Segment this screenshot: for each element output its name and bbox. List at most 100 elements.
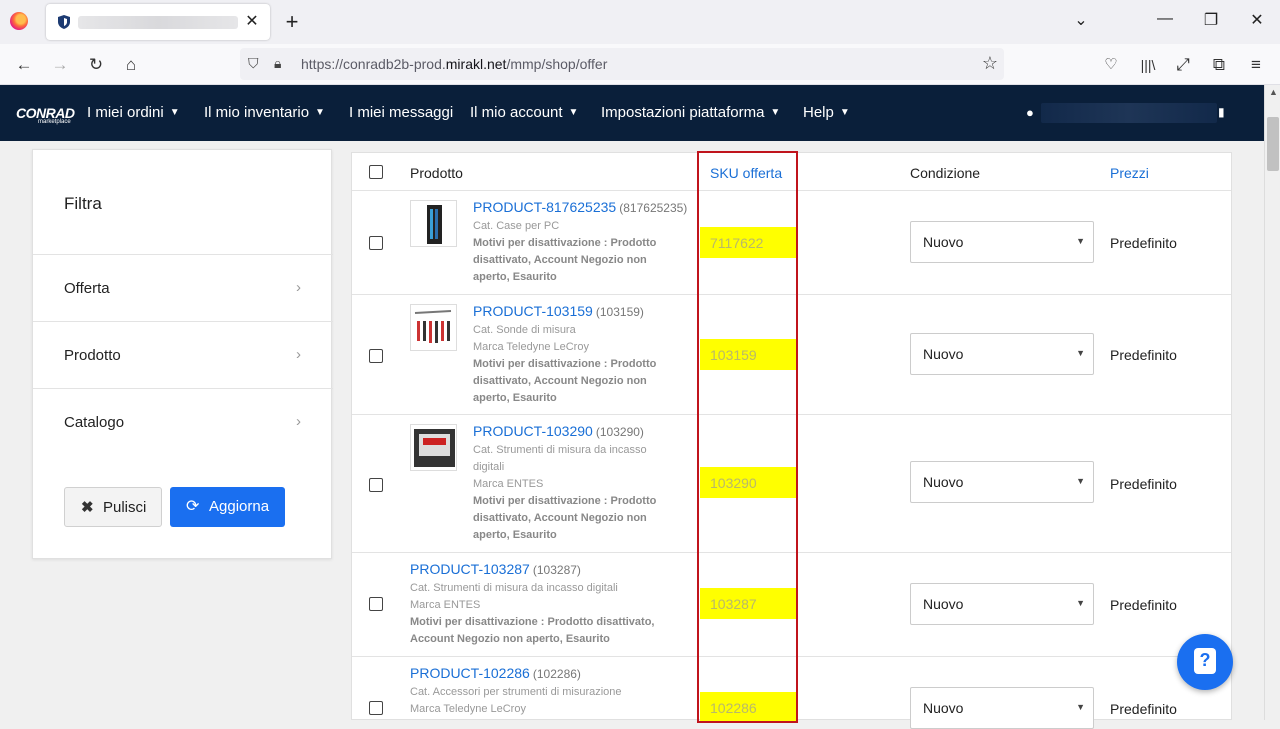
url-text[interactable]: https://conradb2b-prod.mirakl.net/mmp/sh…: [301, 56, 607, 72]
price-value: Predefinito: [1110, 597, 1177, 613]
dropdown-arrow-icon: ▼: [1076, 236, 1085, 246]
row-checkbox[interactable]: [369, 701, 383, 715]
product-thumbnail[interactable]: [410, 424, 457, 471]
row-checkbox[interactable]: [369, 597, 383, 611]
refresh-icon: ⟳: [186, 498, 200, 515]
padlock-icon[interactable]: 🔒︎: [274, 55, 281, 72]
caret-down-icon: ▼: [315, 107, 325, 118]
dropdown-arrow-icon: ▼: [1076, 702, 1085, 712]
dropdown-arrow-icon: ▼: [1076, 476, 1085, 486]
row-checkbox[interactable]: [369, 349, 383, 363]
scrollbar-thumb[interactable]: [1267, 117, 1279, 171]
product-link[interactable]: PRODUCT-103287: [410, 561, 530, 577]
new-tab-button[interactable]: +: [280, 10, 304, 34]
price-value: Predefinito: [1110, 701, 1177, 717]
browser-tab[interactable]: ✕: [46, 4, 270, 40]
extension-arrows-icon[interactable]: ⤢: [1171, 53, 1195, 77]
user-icon: ●: [1026, 105, 1034, 120]
caret-down-icon: ▼: [169, 107, 180, 118]
menu-my-account[interactable]: Il mio account ▼: [470, 104, 578, 121]
filter-title: Filtra: [64, 194, 102, 213]
row-checkbox[interactable]: [369, 478, 383, 492]
condition-select[interactable]: Nuovo ▼: [910, 583, 1094, 625]
product-link[interactable]: PRODUCT-103290: [473, 423, 593, 439]
minimize-icon[interactable]: —: [1150, 10, 1180, 28]
browser-tab-bar: ✕ + ⌄ — ❐ ✕: [0, 0, 1280, 44]
chevron-right-icon: ›: [296, 279, 301, 296]
panel-meter-image: [414, 429, 455, 467]
product-link[interactable]: PRODUCT-817625235: [473, 199, 616, 215]
restore-icon[interactable]: ❐: [1196, 10, 1226, 30]
tab-close-icon[interactable]: ✕: [242, 12, 262, 32]
condition-select[interactable]: Nuovo ▼: [910, 461, 1094, 503]
firefox-icon: [10, 12, 28, 30]
caret-down-icon: ▼: [770, 107, 781, 118]
tab-list-chevron-icon[interactable]: ⌄: [1066, 10, 1096, 30]
condition-select[interactable]: Nuovo ▼: [910, 687, 1094, 729]
dropdown-arrow-icon: ▼: [1076, 598, 1085, 608]
product-info: PRODUCT-103290 (103290) Cat. Strumenti d…: [473, 423, 657, 541]
tracking-shield-icon[interactable]: ⛉: [248, 55, 259, 72]
column-header-condition: Condizione: [910, 165, 981, 181]
menu-my-orders[interactable]: I miei ordini ▼: [87, 104, 180, 121]
reload-icon[interactable]: ↻: [84, 53, 108, 77]
table-row: PRODUCT-103159 (103159) Cat. Sonde di mi…: [352, 295, 1231, 415]
extensions-puzzle-icon[interactable]: ⧉: [1207, 53, 1231, 77]
probes-image: [414, 310, 452, 343]
clear-filters-button[interactable]: ✖ Pulisci: [64, 487, 162, 527]
column-header-sku[interactable]: SKU offerta: [710, 165, 782, 181]
filter-section-catalog[interactable]: Catalogo ›: [33, 388, 333, 455]
conrad-logo[interactable]: CONRAD marketplace: [16, 105, 75, 125]
username-redacted: [1041, 103, 1217, 123]
sku-value: 103290: [700, 467, 796, 498]
page-scrollbar[interactable]: ▲: [1264, 85, 1280, 720]
forward-arrow-icon[interactable]: →: [48, 53, 72, 77]
menu-my-inventory[interactable]: Il mio inventario ▼: [204, 104, 325, 121]
filter-section-offer[interactable]: Offerta ›: [33, 254, 333, 321]
select-all-checkbox[interactable]: [369, 165, 383, 179]
app-header: CONRAD marketplace I miei ordini ▼ Il mio …: [0, 85, 1264, 141]
product-link[interactable]: PRODUCT-103159: [473, 303, 593, 319]
product-thumbnail[interactable]: [410, 304, 457, 351]
table-row: PRODUCT-103290 (103290) Cat. Strumenti d…: [352, 415, 1231, 553]
help-button[interactable]: ?: [1177, 634, 1233, 690]
filter-section-product[interactable]: Prodotto ›: [33, 321, 333, 388]
product-info: PRODUCT-103159 (103159) Cat. Sonde di mi…: [473, 303, 657, 404]
library-icon[interactable]: |||\: [1136, 53, 1160, 77]
help-question-icon: ?: [1194, 648, 1216, 674]
caret-down-icon: ▼: [839, 107, 850, 118]
product-info: PRODUCT-102286 (102286) Cat. Accessori p…: [410, 665, 622, 715]
menu-help[interactable]: Help ▼: [803, 104, 850, 121]
condition-select[interactable]: Nuovo ▼: [910, 333, 1094, 375]
chevron-right-icon: ›: [296, 413, 301, 430]
table-row: PRODUCT-102286 (102286) Cat. Accessori p…: [352, 657, 1231, 729]
pocket-icon[interactable]: ♡: [1099, 53, 1123, 77]
condition-select[interactable]: Nuovo ▼: [910, 221, 1094, 263]
url-bar[interactable]: ⛉ 🔒︎ https://conradb2b-prod.mirakl.net/m…: [240, 48, 1004, 80]
table-row: PRODUCT-817625235 (817625235) Cat. Case …: [352, 191, 1231, 295]
product-info: PRODUCT-103287 (103287) Cat. Strumenti d…: [410, 561, 655, 645]
product-link[interactable]: PRODUCT-102286: [410, 665, 530, 681]
menu-my-messages[interactable]: I miei messaggi: [349, 104, 453, 121]
price-value: Predefinito: [1110, 235, 1177, 251]
home-icon[interactable]: ⌂: [119, 53, 143, 77]
back-arrow-icon[interactable]: ←: [12, 53, 36, 77]
row-checkbox[interactable]: [369, 236, 383, 250]
hamburger-menu-icon[interactable]: ≡: [1244, 53, 1268, 77]
lock-icon: ▮: [1218, 105, 1225, 119]
window-close-icon[interactable]: ✕: [1242, 10, 1272, 30]
shield-favicon-icon: [58, 15, 70, 29]
tab-title-redacted: [78, 16, 238, 29]
close-x-icon: ✖: [81, 499, 94, 516]
sku-value: 103159: [700, 339, 796, 370]
scroll-up-icon[interactable]: ▲: [1269, 87, 1278, 97]
menu-platform-settings[interactable]: Impostazioni piattaforma ▼: [601, 104, 780, 121]
bookmark-star-icon[interactable]: ☆: [982, 53, 998, 74]
sku-value: 7117622: [700, 227, 796, 258]
browser-nav-bar: ← → ↻ ⌂ ⛉ 🔒︎ https://conradb2b-prod.mira…: [0, 44, 1280, 85]
product-thumbnail[interactable]: [410, 200, 457, 247]
column-header-prices[interactable]: Prezzi: [1110, 165, 1149, 181]
price-value: Predefinito: [1110, 476, 1177, 492]
dropdown-arrow-icon: ▼: [1076, 348, 1085, 358]
refresh-button[interactable]: ⟳ Aggiorna: [170, 487, 285, 527]
